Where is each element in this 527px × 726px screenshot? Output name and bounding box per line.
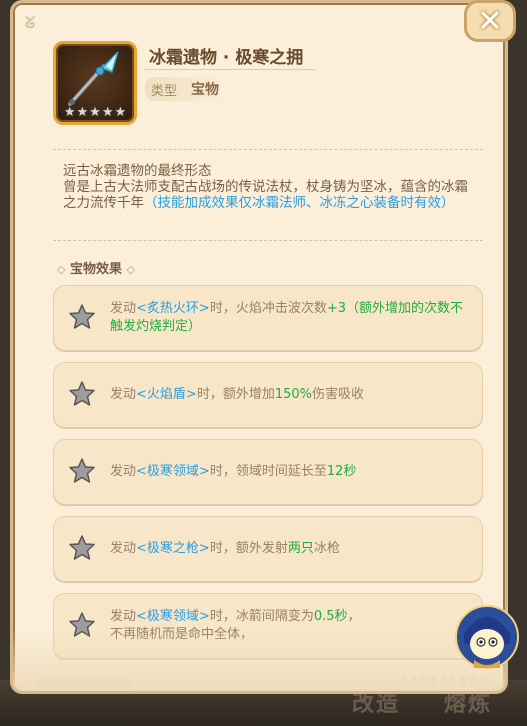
close-button[interactable]: ✕ — [464, 0, 516, 42]
type-label: 类型 — [151, 84, 178, 99]
diamond-icon: ◇ — [57, 263, 66, 276]
effect-text: 发动<极寒领域>时，领域时间延长至12秒 — [110, 464, 357, 479]
effect-text: 发动<极寒之枪>时，额外发射两只冰枪 — [110, 541, 340, 556]
rarity-stars: ★ ★ ★ ★ ★ — [60, 106, 130, 120]
effect-card: 发动<火焰盾>时，额外增加150%伤害吸收 — [53, 362, 483, 428]
description-paragraph: 曾是上古大法师支配古战场的传说法杖，杖身铸为坚冰，蕴含的冰霜之力流传千年（技能加… — [63, 179, 475, 211]
divider — [53, 149, 483, 150]
gray-star-icon — [69, 304, 95, 329]
item-detail-panel: ᘜ ★ ★ ★ ★ ★ 冰霜遗物 · 极寒之拥 类型 宝物 远古冰霜遗物的最终形… — [10, 0, 508, 694]
corner-ornament: ᘜ — [25, 13, 36, 32]
effect-card: 发动<炙热火环>时，火焰冲击波次数+3（额外增加的次数不触发灼烧判定） — [53, 285, 483, 351]
item-title: 冰霜遗物 · 极寒之拥 — [149, 48, 304, 68]
diamond-icon: ◇ — [126, 263, 136, 276]
mascot-avatar[interactable] — [454, 604, 520, 670]
item-icon-frame: ★ ★ ★ ★ ★ — [53, 41, 137, 125]
panel-bottom-decor — [13, 631, 505, 691]
section-header: ◇ 宝物效果 ◇ — [57, 258, 135, 277]
title-underline — [145, 69, 315, 70]
item-description: 远古冰霜遗物的最终形态 曾是上古大法师支配古战场的传说法杖，杖身铸为坚冰，蕴含的… — [63, 163, 475, 211]
effect-text: 发动<火焰盾>时，额外增加150%伤害吸收 — [110, 387, 365, 402]
description-line: 远古冰霜遗物的最终形态 — [63, 163, 212, 179]
effect-card: 发动<极寒领域>时，领域时间延长至12秒 — [53, 439, 483, 505]
section-title: 宝物效果 — [70, 262, 123, 277]
star-icon: ★ — [76, 105, 89, 120]
effect-text: 发动<炙热火环>时，火焰冲击波次数+3（额外增加的次数不触发灼烧判定） — [110, 301, 463, 334]
effect-card: 发动<极寒之枪>时，额外发射两只冰枪 — [53, 516, 483, 582]
gray-star-icon — [69, 458, 95, 483]
item-type-row: 类型 宝物 — [145, 77, 229, 101]
description-highlight: （技能加成效果仅冰霜法师、冰冻之心装备时有效） — [144, 195, 455, 211]
star-icon: ★ — [101, 105, 114, 120]
gray-star-icon — [69, 535, 95, 560]
gray-star-icon — [69, 381, 95, 406]
star-icon: ★ — [114, 105, 127, 120]
star-icon: ★ — [89, 105, 101, 120]
star-icon: ★ — [63, 105, 76, 120]
type-value: 宝物 — [191, 82, 219, 98]
close-icon: ✕ — [477, 3, 503, 39]
divider — [53, 240, 483, 241]
